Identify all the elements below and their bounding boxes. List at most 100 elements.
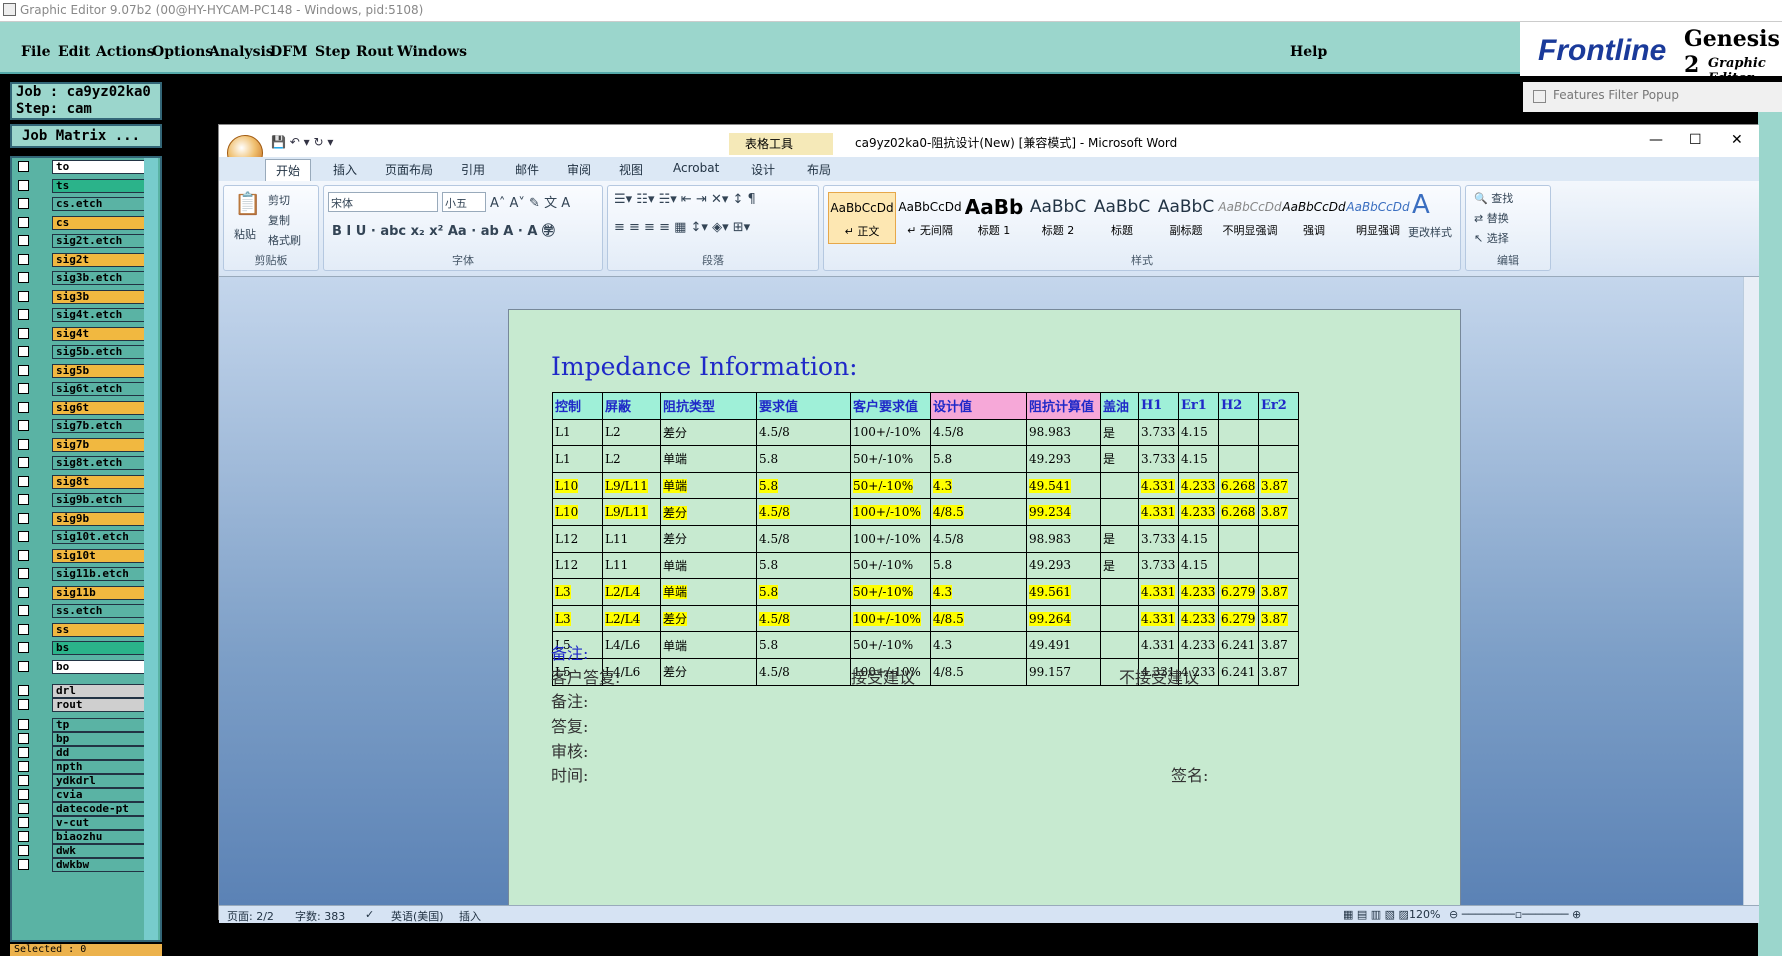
layer-checkbox[interactable] [18,364,29,376]
table-cell-box[interactable]: L3 [552,578,603,606]
select-button[interactable]: ↖ 选择 [1474,230,1509,246]
insert-mode[interactable]: 插入 [459,908,481,924]
table-cell-box[interactable]: 5.8 [756,471,851,500]
table-cell-box[interactable] [1218,551,1259,580]
table-cell-box[interactable]: L9/L11 [602,471,661,500]
tab-home[interactable]: 开始 [265,159,312,181]
table-cell-box[interactable] [1100,631,1139,659]
table-cell-box[interactable]: 4/8.5 [930,657,1027,686]
layer-name[interactable]: drl [52,684,148,698]
layer-checkbox[interactable] [18,438,29,450]
layer-checkbox[interactable] [18,198,29,209]
table-cell-box[interactable]: L10 [552,471,603,500]
table-cell-box[interactable]: 6.279 [1218,578,1259,606]
layer-row[interactable]: v-cut [16,816,148,830]
paste-icon[interactable]: 📋 [234,192,261,217]
menu-rout[interactable]: Rout [356,44,394,60]
table-cell-box[interactable]: 3.733 [1138,445,1179,473]
layer-checkbox[interactable] [18,803,29,814]
table-cell-box[interactable]: 4.5/8 [756,524,851,553]
layer-row[interactable]: sig2t [16,252,148,267]
table-cell-box[interactable]: 4.5/8 [756,657,851,686]
table-cell-box[interactable]: 4.15 [1178,551,1219,580]
table-cell-box[interactable]: 5.8 [930,445,1027,473]
table-cell-box[interactable]: 3.87 [1258,498,1299,526]
menu-edit[interactable]: Edit [58,44,90,60]
table-cell-box[interactable]: 4.331 [1138,498,1179,526]
table-cell-box[interactable]: 5.8 [756,578,851,606]
layer-checkbox[interactable] [18,235,29,246]
copy-button[interactable]: 复制 [268,212,290,228]
vertical-scrollbar[interactable] [1743,277,1759,905]
table-cell-box[interactable]: 98.983 [1026,524,1101,553]
table-cell-box[interactable]: L12 [552,524,603,553]
table-cell-box[interactable]: 是 [1100,524,1139,553]
layer-checkbox[interactable] [18,346,29,357]
tab-design[interactable]: 设计 [751,161,775,178]
layer-name[interactable]: sig9b [52,511,148,526]
table-cell-box[interactable]: 4.233 [1178,498,1219,526]
layer-checkbox[interactable] [18,494,29,505]
table-cell-box[interactable]: 4.15 [1178,445,1219,473]
layer-name[interactable]: sig5b [52,363,148,378]
layer-name[interactable]: sig9b.etch [52,493,148,507]
layer-name[interactable]: bo [52,659,148,674]
layer-checkbox[interactable] [18,719,29,730]
table-cell-box[interactable]: 3.87 [1258,657,1299,686]
table-cell-box[interactable] [1100,471,1139,500]
layer-checkbox[interactable] [18,733,29,744]
table-cell-box[interactable]: 99.157 [1026,657,1101,686]
table-cell-box[interactable]: 49.491 [1026,631,1101,659]
layer-name[interactable]: ts [52,178,148,193]
layer-row[interactable]: datecode-pt [16,802,148,816]
table-cell-box[interactable]: 4.5/8 [756,604,851,633]
table-cell-box[interactable]: 5.8 [756,631,851,659]
layer-name[interactable]: sig6t.etch [52,382,148,396]
layer-checkbox[interactable] [18,817,29,828]
layer-row[interactable]: sig2t.etch [16,234,148,248]
table-cell-box[interactable]: 6.241 [1218,631,1259,659]
layer-name[interactable]: bs [52,641,148,655]
layer-name[interactable]: sig4t [52,326,148,341]
layer-name[interactable]: sig10t.etch [52,530,148,544]
zoom-level[interactable]: 120% [1409,908,1440,921]
find-button[interactable]: 🔍 查找 [1474,190,1513,206]
table-cell-box[interactable] [1218,445,1259,473]
table-cell-box[interactable]: 是 [1100,445,1139,473]
layer-name[interactable]: sig7b.etch [52,419,148,433]
table-cell-box[interactable]: 50+/-10% [850,445,931,473]
tab-layout[interactable]: 页面布局 [385,161,433,178]
tab-acrobat[interactable]: Acrobat [673,161,719,175]
layer-checkbox[interactable] [18,179,29,191]
layer-checkbox[interactable] [18,845,29,856]
features-filter-popup[interactable]: Features Filter Popup [1523,82,1782,112]
layer-name[interactable]: sig4t.etch [52,308,148,322]
layer-name[interactable]: tp [52,718,148,732]
close-icon[interactable]: ✕ [1731,132,1743,148]
table-cell-box[interactable] [1100,578,1139,606]
table-cell-box[interactable]: 单端 [660,631,757,659]
table-cell-box[interactable]: 50+/-10% [850,578,931,606]
table-cell-box[interactable]: 3.87 [1258,578,1299,606]
style-heading-1[interactable]: AaBb 标题 1 [960,192,1028,244]
layer-row[interactable]: biaozhu [16,830,148,844]
table-cell-box[interactable]: L9/L11 [602,498,661,526]
layer-row[interactable]: npth [16,760,148,774]
menu-help[interactable]: Help [1290,44,1327,60]
table-cell-box[interactable]: 100+/-10% [850,418,931,447]
table-cell-box[interactable]: 4/8.5 [930,498,1027,526]
layer-row[interactable]: sig9b [16,511,148,526]
layer-checkbox[interactable] [18,859,29,870]
table-cell-box[interactable] [1218,418,1259,447]
layer-name[interactable]: cs.etch [52,197,148,211]
table-cell-box[interactable]: 100+/-10% [850,498,931,526]
table-cell-box[interactable]: 差分 [660,498,757,526]
layer-checkbox[interactable] [18,775,29,786]
quick-access-toolbar[interactable]: 💾 ↶ ▾ ↻ ▾ [271,135,333,149]
layer-name[interactable]: bp [52,732,148,746]
layer-name[interactable]: cvia [52,788,148,802]
table-cell-box[interactable]: 50+/-10% [850,631,931,659]
table-cell-box[interactable]: 6.279 [1218,604,1259,633]
menu-windows[interactable]: Windows [397,44,467,60]
layer-row[interactable]: cs.etch [16,197,148,211]
